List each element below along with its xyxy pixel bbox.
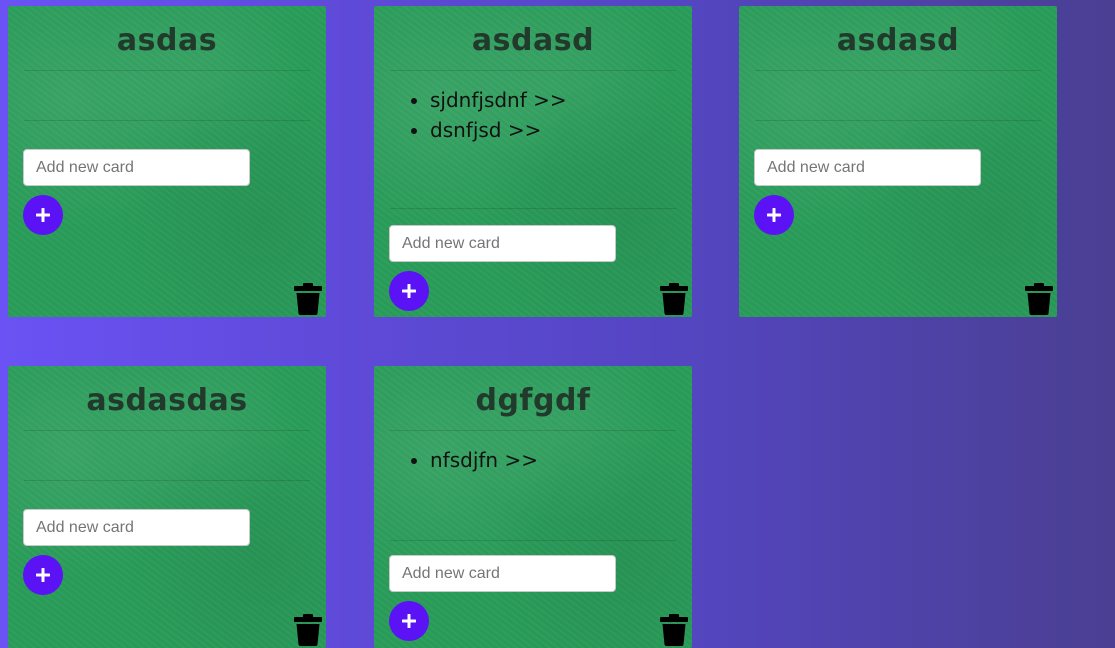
- card-list: [8, 431, 326, 480]
- trash-icon[interactable]: [660, 614, 688, 646]
- divider: [390, 208, 676, 209]
- trash-icon[interactable]: [294, 614, 322, 646]
- card-list: sjdnfjsdnf >> dsnfjsd >>: [374, 71, 692, 208]
- card-item[interactable]: sjdnfjsdnf >>: [430, 85, 692, 115]
- card-item[interactable]: nfsdjfn >>: [430, 445, 692, 475]
- card-list: nfsdjfn >>: [374, 431, 692, 540]
- add-card-button[interactable]: [389, 271, 429, 311]
- card-list: [8, 71, 326, 120]
- plus-icon: [767, 208, 781, 222]
- divider: [24, 120, 310, 121]
- board-title: asdas: [116, 23, 218, 58]
- card-item[interactable]: dsnfjsd >>: [430, 115, 692, 145]
- add-card-input[interactable]: [389, 555, 616, 592]
- board-title: asdasd: [836, 23, 960, 58]
- card-list: [739, 71, 1057, 120]
- add-card-button[interactable]: [23, 195, 63, 235]
- board-title: dgfgdf: [475, 383, 591, 418]
- add-card-input[interactable]: [754, 149, 981, 186]
- board-title: asdasd: [471, 23, 595, 58]
- board: asdasdas: [8, 366, 326, 648]
- trash-icon[interactable]: [660, 283, 688, 315]
- plus-icon: [36, 568, 50, 582]
- divider: [24, 480, 310, 481]
- add-card-button[interactable]: [389, 601, 429, 641]
- add-card-button[interactable]: [23, 555, 63, 595]
- add-card-input[interactable]: [389, 225, 616, 262]
- board-title: asdasdas: [86, 383, 248, 418]
- trash-icon[interactable]: [294, 283, 322, 315]
- plus-icon: [36, 208, 50, 222]
- divider: [755, 120, 1041, 121]
- board: asdas: [8, 6, 326, 317]
- add-card-button[interactable]: [754, 195, 794, 235]
- add-card-input[interactable]: [23, 149, 250, 186]
- add-card-input[interactable]: [23, 509, 250, 546]
- divider: [390, 540, 676, 541]
- board: asdasd sjdnfjsdnf >> dsnfjsd >>: [374, 6, 692, 317]
- plus-icon: [402, 284, 416, 298]
- plus-icon: [402, 614, 416, 628]
- trash-icon[interactable]: [1025, 283, 1053, 315]
- board: dgfgdf nfsdjfn >>: [374, 366, 692, 648]
- board: asdasd: [739, 6, 1057, 317]
